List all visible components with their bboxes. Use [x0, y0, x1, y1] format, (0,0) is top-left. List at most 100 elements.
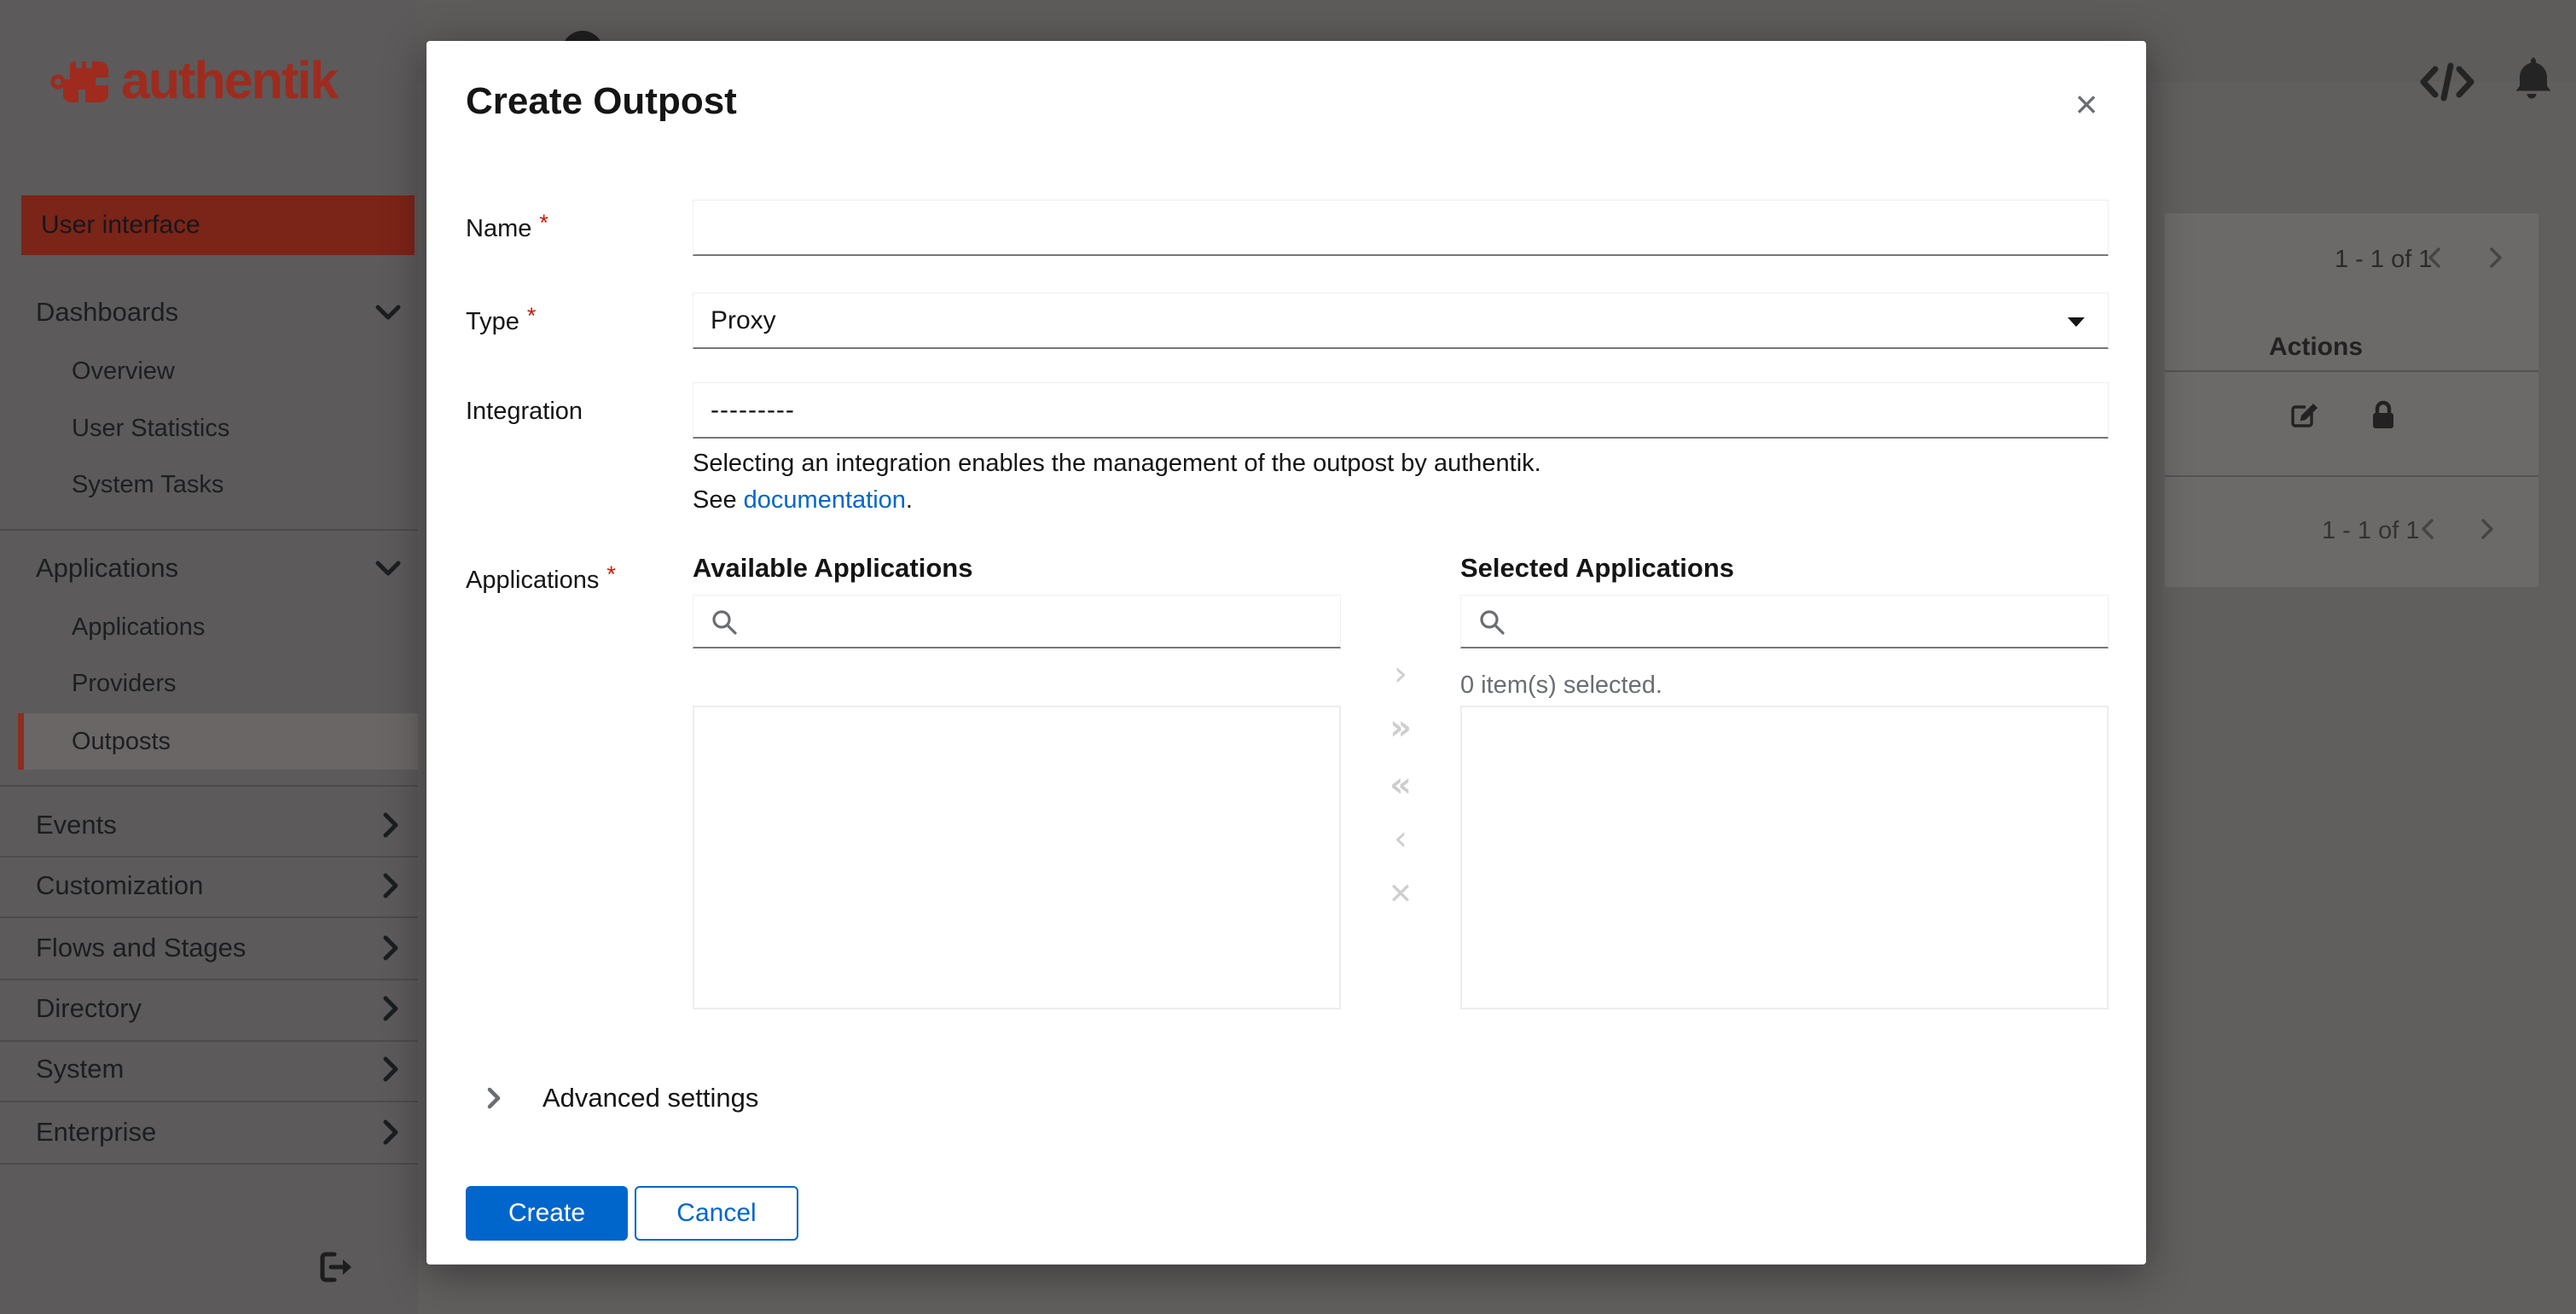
sidebar-group-applications[interactable]: Applications: [20, 539, 415, 597]
sidebar-group-label: Customization: [36, 870, 204, 900]
sidebar-group-label: Directory: [36, 993, 142, 1023]
sidebar-item-label: Overview: [72, 357, 175, 385]
integration-select[interactable]: ---------: [693, 382, 2109, 439]
required-marker: *: [606, 561, 616, 587]
selected-count-text: 0 item(s) selected.: [1460, 672, 1662, 699]
sidebar-item-label: User Statistics: [72, 414, 230, 442]
advanced-settings-label: Advanced settings: [542, 1083, 759, 1113]
chevron-right-icon: [383, 1119, 398, 1145]
sidebar-group-label: Dashboards: [36, 297, 179, 327]
remove-all-button[interactable]: «: [1382, 766, 1419, 804]
edit-outpost-button[interactable]: [2289, 401, 2322, 432]
integration-label-text: Integration: [466, 398, 583, 425]
advanced-settings-toggle[interactable]: Advanced settings: [486, 1080, 758, 1116]
pagination-prev-button[interactable]: [2419, 517, 2441, 543]
chevron-right-icon: [487, 1087, 501, 1109]
remove-selected-button[interactable]: ‹: [1382, 820, 1419, 858]
sidebar-divider: [0, 1163, 418, 1165]
type-label: Type *: [466, 303, 536, 336]
chevron-right-icon: [2490, 247, 2502, 268]
pagination-prev-button[interactable]: [2426, 246, 2448, 271]
clear-selection-button[interactable]: ✕: [1382, 875, 1419, 913]
code-brackets-icon: [2420, 62, 2474, 102]
available-applications-title: Available Applications: [693, 553, 973, 583]
sidebar-item-label: Providers: [72, 669, 177, 697]
edit-icon: [2291, 404, 2318, 427]
authentik-logo-text: authentik: [121, 51, 339, 109]
chevron-down-icon: [375, 305, 401, 320]
documentation-link[interactable]: documentation: [744, 486, 906, 514]
sidebar-item-label: Outposts: [72, 727, 171, 755]
notifications-button[interactable]: [2511, 55, 2552, 102]
sidebar-group-events[interactable]: Events: [20, 796, 415, 854]
sign-out-icon: [320, 1252, 351, 1282]
integration-help-text: Selecting an integration enables the man…: [693, 450, 1541, 477]
chevron-left-icon: [2422, 519, 2434, 539]
available-search: [693, 595, 1341, 648]
api-button[interactable]: [2419, 60, 2475, 104]
selected-applications-title: Selected Applications: [1460, 553, 1734, 583]
search-icon: [1480, 610, 1505, 635]
cancel-button[interactable]: Cancel: [635, 1186, 798, 1241]
sidebar-group-enterprise[interactable]: Enterprise: [20, 1103, 415, 1161]
selected-applications-listbox[interactable]: [1460, 706, 2109, 1009]
authentik-logo: authentik: [49, 44, 339, 116]
add-all-button[interactable]: »: [1382, 709, 1419, 747]
sidebar-group-label: Events: [36, 810, 117, 840]
chevron-right-icon: [2481, 519, 2493, 539]
pagination-next-button[interactable]: [2487, 246, 2509, 271]
type-label-text: Type: [466, 308, 519, 335]
sidebar-item-system-tasks[interactable]: System Tasks: [72, 456, 223, 514]
type-select[interactable]: Proxy: [693, 293, 2109, 349]
sidebar-group-flows-and-stages[interactable]: Flows and Stages: [20, 919, 415, 977]
integration-select-value: ---------: [711, 396, 795, 424]
sidebar-group-directory[interactable]: Directory: [20, 980, 415, 1038]
pagination-info: 1 - 1 of 1: [2322, 517, 2420, 544]
screen: authentik User interface Dashboards Over…: [0, 0, 2576, 1314]
sidebar-item-outposts-active[interactable]: Outposts: [18, 713, 418, 770]
pagination-info: 1 - 1 of 1: [2335, 246, 2433, 273]
selected-search-input[interactable]: [1516, 599, 2099, 645]
sidebar-item-applications[interactable]: Applications: [72, 598, 205, 656]
chevron-right-icon: [383, 873, 398, 898]
name-input[interactable]: [693, 200, 2109, 256]
lock-icon: [2373, 400, 2393, 428]
sidebar-divider: [0, 529, 418, 531]
add-selected-button[interactable]: ›: [1382, 655, 1419, 693]
required-marker: *: [526, 303, 537, 328]
chevron-right-icon: [383, 935, 398, 961]
actions-column-header: Actions: [2269, 333, 2364, 361]
chevron-down-icon: [375, 561, 401, 576]
pagination-next-button[interactable]: [2479, 517, 2501, 543]
toggle-outpost-button[interactable]: [2370, 399, 2399, 432]
available-applications-listbox[interactable]: [693, 706, 1341, 1009]
sidebar-divider: [0, 785, 418, 787]
integration-label: Integration: [466, 398, 583, 426]
integration-help-line2: See documentation.: [693, 486, 913, 515]
sidebar-group-dashboards[interactable]: Dashboards: [20, 283, 415, 341]
sidebar-group-system[interactable]: System: [20, 1040, 415, 1098]
sidebar-group-customization[interactable]: Customization: [20, 857, 415, 915]
table-header-divider: [2165, 370, 2538, 372]
sidebar-item-user-interface[interactable]: User interface: [21, 195, 415, 255]
sidebar-group-label: System: [36, 1054, 125, 1084]
sign-out-button[interactable]: [317, 1251, 358, 1285]
applications-label-text: Applications: [466, 567, 600, 594]
available-search-input[interactable]: [748, 599, 1332, 645]
table-row-divider: [2165, 475, 2538, 477]
sidebar-item-label: System Tasks: [72, 470, 224, 498]
sidebar-item-user-statistics[interactable]: User Statistics: [72, 399, 229, 457]
authentik-logo-icon: [50, 61, 114, 102]
search-icon: [712, 610, 737, 635]
sidebar-item-providers[interactable]: Providers: [72, 654, 177, 712]
sidebar-group-label: Flows and Stages: [36, 933, 247, 962]
create-button[interactable]: Create: [466, 1186, 628, 1241]
close-modal-button[interactable]: ×: [2063, 80, 2110, 128]
sidebar-group-label: Applications: [36, 553, 179, 583]
bell-icon: [2515, 57, 2551, 99]
sidebar-item-label: Applications: [72, 613, 206, 641]
sidebar-item-overview[interactable]: Overview: [72, 342, 175, 400]
help-period: .: [905, 486, 913, 514]
sidebar: authentik User interface Dashboards Over…: [0, 0, 418, 1314]
name-label-text: Name: [466, 215, 532, 242]
